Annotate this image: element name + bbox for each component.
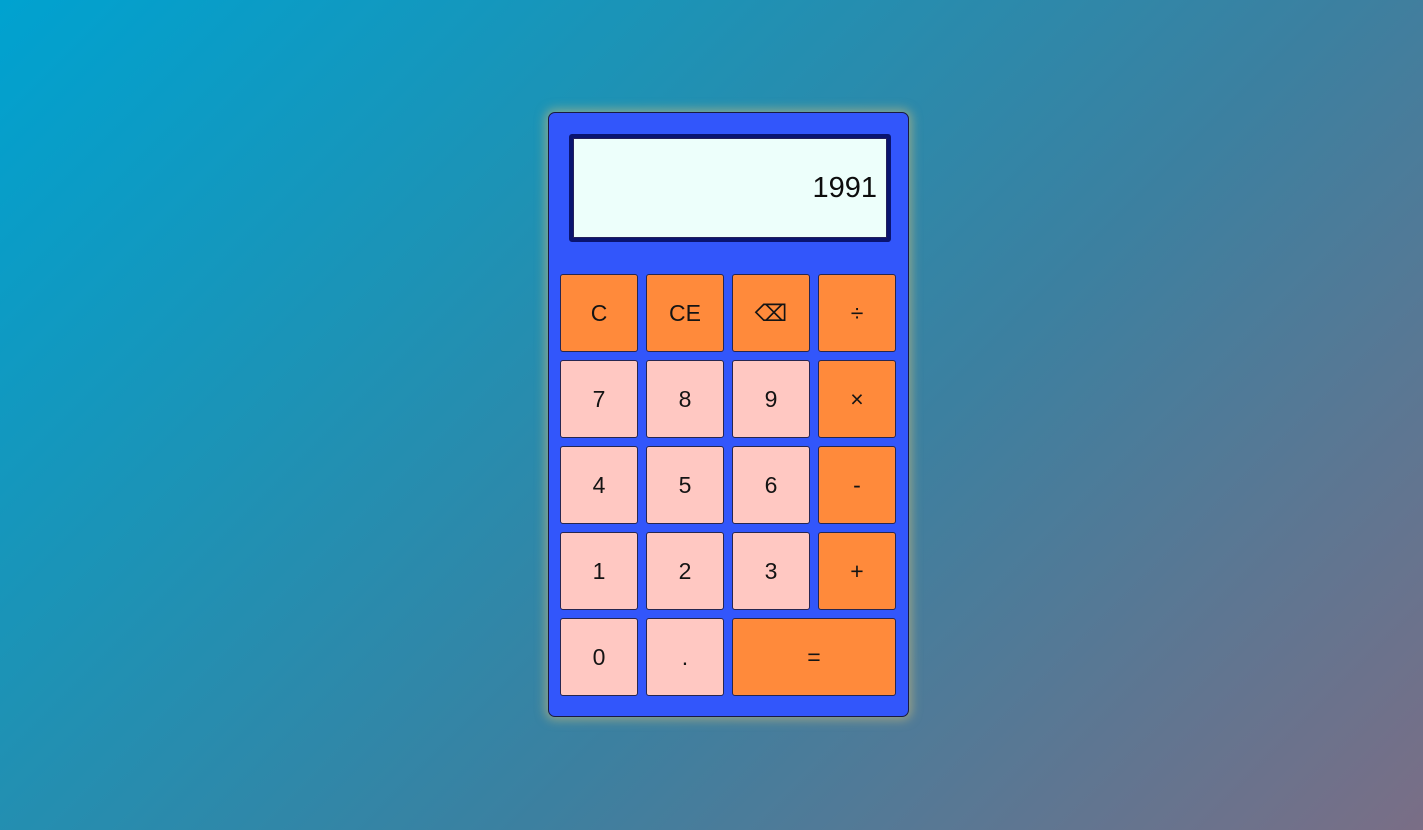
- equals-button[interactable]: =: [732, 618, 896, 696]
- display-value: 1991: [812, 171, 877, 204]
- calculator: 1991 C CE ⌫ ÷ 7 8 9 × 4 5 6- 1 2 3 +0. =: [548, 112, 909, 717]
- add-button[interactable]: +: [818, 532, 896, 610]
- digit-7-button[interactable]: 7: [560, 360, 638, 438]
- digit-4-button[interactable]: 4: [560, 446, 638, 524]
- clear-entry-button[interactable]: CE: [646, 274, 724, 352]
- digit-9-button[interactable]: 9: [732, 360, 810, 438]
- digit-6-button[interactable]: 6: [732, 446, 810, 524]
- decimal-point-button[interactable]: .: [646, 618, 724, 696]
- digit-1-button[interactable]: 1: [560, 532, 638, 610]
- digit-2-button[interactable]: 2: [646, 532, 724, 610]
- subtract-button[interactable]: -: [818, 446, 896, 524]
- digit-5-button[interactable]: 5: [646, 446, 724, 524]
- divide-button[interactable]: ÷: [818, 274, 896, 352]
- digit-3-button[interactable]: 3: [732, 532, 810, 610]
- backspace-button[interactable]: ⌫: [732, 274, 810, 352]
- keypad: C CE ⌫ ÷ 7 8 9 × 4 5 6- 1 2 3 +0. =: [560, 274, 896, 696]
- digit-8-button[interactable]: 8: [646, 360, 724, 438]
- clear-button[interactable]: C: [560, 274, 638, 352]
- calculator-display: 1991: [569, 134, 891, 242]
- multiply-button[interactable]: ×: [818, 360, 896, 438]
- digit-0-button[interactable]: 0: [560, 618, 638, 696]
